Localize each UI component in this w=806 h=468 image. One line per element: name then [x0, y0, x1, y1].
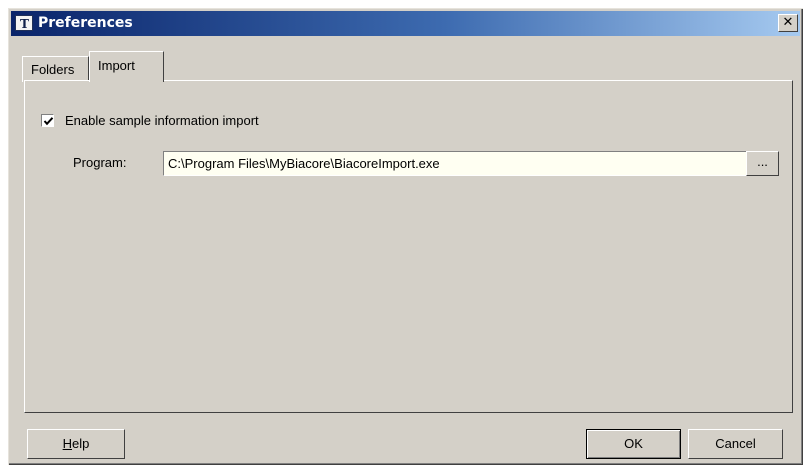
browse-button[interactable]: ... — [746, 151, 779, 176]
app-icon: T — [15, 15, 33, 31]
checkmark-icon — [43, 117, 54, 126]
help-button[interactable]: Help — [27, 429, 125, 459]
enable-import-checkbox[interactable] — [41, 114, 54, 127]
program-label: Program: — [73, 155, 127, 170]
tab-folders[interactable]: Folders — [22, 56, 89, 82]
preferences-dialog: T Preferences ✕ Folders Import Enable sa… — [8, 8, 803, 465]
tab-import[interactable]: Import — [89, 51, 164, 82]
close-icon: ✕ — [782, 15, 794, 30]
close-button[interactable]: ✕ — [778, 14, 798, 32]
import-tab-panel: Enable sample information import Program… — [24, 80, 793, 413]
enable-import-label[interactable]: Enable sample information import — [65, 112, 259, 129]
program-path-input[interactable]: C:\Program Files\MyBiacore\BiacoreImport… — [163, 151, 747, 176]
ok-button[interactable]: OK — [586, 429, 681, 459]
cancel-button[interactable]: Cancel — [688, 429, 783, 459]
title-bar[interactable]: T Preferences ✕ — [11, 11, 800, 36]
window-title: Preferences — [38, 15, 133, 31]
